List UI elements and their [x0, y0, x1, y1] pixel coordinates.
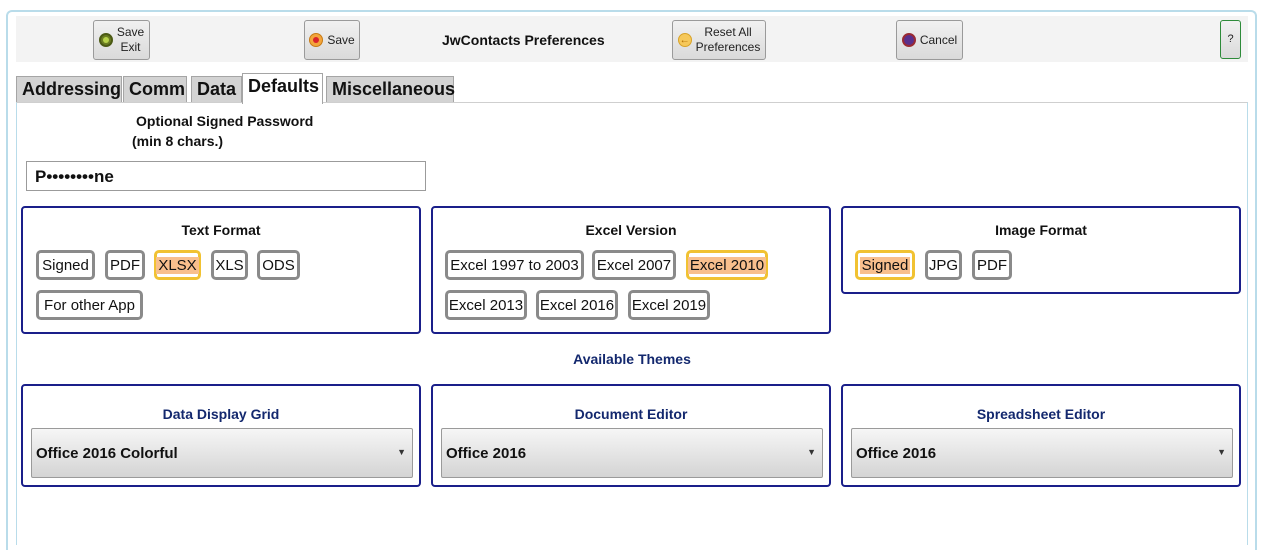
- chevron-down-icon: ▼: [397, 447, 406, 457]
- image-format-signed[interactable]: Signed: [855, 250, 915, 280]
- text-format-signed[interactable]: Signed: [36, 250, 95, 280]
- image-format-title: Image Format: [995, 222, 1087, 238]
- excel-2007[interactable]: Excel 2007: [592, 250, 676, 280]
- available-themes-heading: Available Themes: [573, 351, 691, 367]
- data-display-grid-title: Data Display Grid: [162, 406, 280, 422]
- text-format-xls[interactable]: XLS: [211, 250, 248, 280]
- text-format-xlsx[interactable]: XLSX: [154, 250, 201, 280]
- excel-2013[interactable]: Excel 2013: [445, 290, 527, 320]
- spreadsheet-editor-theme-value: Office 2016: [856, 445, 937, 462]
- excel-2016[interactable]: Excel 2016: [536, 290, 618, 320]
- save-dot-icon: [309, 33, 324, 47]
- text-format-pdf[interactable]: PDF: [105, 250, 145, 280]
- text-format-other-app[interactable]: For other App: [36, 290, 143, 320]
- spreadsheet-editor-theme-select[interactable]: Office 2016 ▼: [851, 428, 1233, 478]
- save-button[interactable]: Save: [304, 20, 360, 60]
- data-display-grid-panel: Data Display Grid Office 2016 Colorful ▼: [21, 384, 421, 487]
- excel-2019[interactable]: Excel 2019: [628, 290, 710, 320]
- password-label: Optional Signed Password: [136, 113, 314, 129]
- reset-label: Reset All Preferences: [695, 25, 761, 54]
- chevron-down-icon: ▼: [1217, 447, 1226, 457]
- excel-version-title: Excel Version: [585, 222, 677, 238]
- check-circle-icon: [98, 33, 113, 47]
- document-editor-panel: Document Editor Office 2016 ▼: [431, 384, 831, 487]
- cancel-button[interactable]: Cancel: [896, 20, 963, 60]
- text-format-title: Text Format: [181, 222, 261, 238]
- image-format-panel: Image Format Signed JPG PDF: [841, 206, 1241, 294]
- reset-all-preferences-button[interactable]: ← Reset All Preferences: [672, 20, 766, 60]
- document-editor-title: Document Editor: [574, 406, 688, 422]
- tab-miscellaneous[interactable]: Miscellaneous: [326, 76, 455, 103]
- cancel-label: Cancel: [919, 32, 958, 47]
- data-display-grid-theme-select[interactable]: Office 2016 Colorful ▼: [31, 428, 413, 478]
- spreadsheet-editor-panel: Spreadsheet Editor Office 2016 ▼: [841, 384, 1241, 487]
- document-editor-theme-value: Office 2016: [446, 445, 527, 462]
- excel-1997-2003[interactable]: Excel 1997 to 2003: [445, 250, 584, 280]
- help-button[interactable]: ?: [1220, 20, 1241, 59]
- text-format-ods[interactable]: ODS: [257, 250, 300, 280]
- window-title: JwContacts Preferences: [442, 32, 605, 48]
- text-format-panel: Text Format Signed PDF XLSX XLS ODS For …: [21, 206, 421, 334]
- tab-comm[interactable]: Comm: [123, 76, 187, 103]
- back-arrow-icon: ←: [677, 33, 692, 47]
- excel-2010[interactable]: Excel 2010: [686, 250, 768, 280]
- password-hint: (min 8 chars.): [132, 133, 224, 149]
- save-exit-label: Save Exit: [116, 25, 145, 54]
- save-label: Save: [327, 32, 355, 47]
- chevron-down-icon: ▼: [807, 447, 816, 457]
- excel-version-panel: Excel Version Excel 1997 to 2003 Excel 2…: [431, 206, 831, 334]
- save-exit-button[interactable]: Save Exit: [93, 20, 150, 60]
- tab-defaults[interactable]: Defaults: [242, 73, 323, 104]
- tab-data[interactable]: Data: [191, 76, 242, 103]
- data-display-grid-theme-value: Office 2016 Colorful: [36, 445, 178, 462]
- image-format-pdf[interactable]: PDF: [972, 250, 1012, 280]
- signed-password-input[interactable]: P••••••••ne: [26, 161, 426, 191]
- document-editor-theme-select[interactable]: Office 2016 ▼: [441, 428, 823, 478]
- tab-addressing[interactable]: Addressing: [16, 76, 122, 103]
- toolbar: Save Exit Save JwContacts Preferences ← …: [16, 16, 1248, 62]
- image-format-jpg[interactable]: JPG: [925, 250, 962, 280]
- cancel-dot-icon: [901, 33, 916, 47]
- spreadsheet-editor-title: Spreadsheet Editor: [976, 406, 1106, 422]
